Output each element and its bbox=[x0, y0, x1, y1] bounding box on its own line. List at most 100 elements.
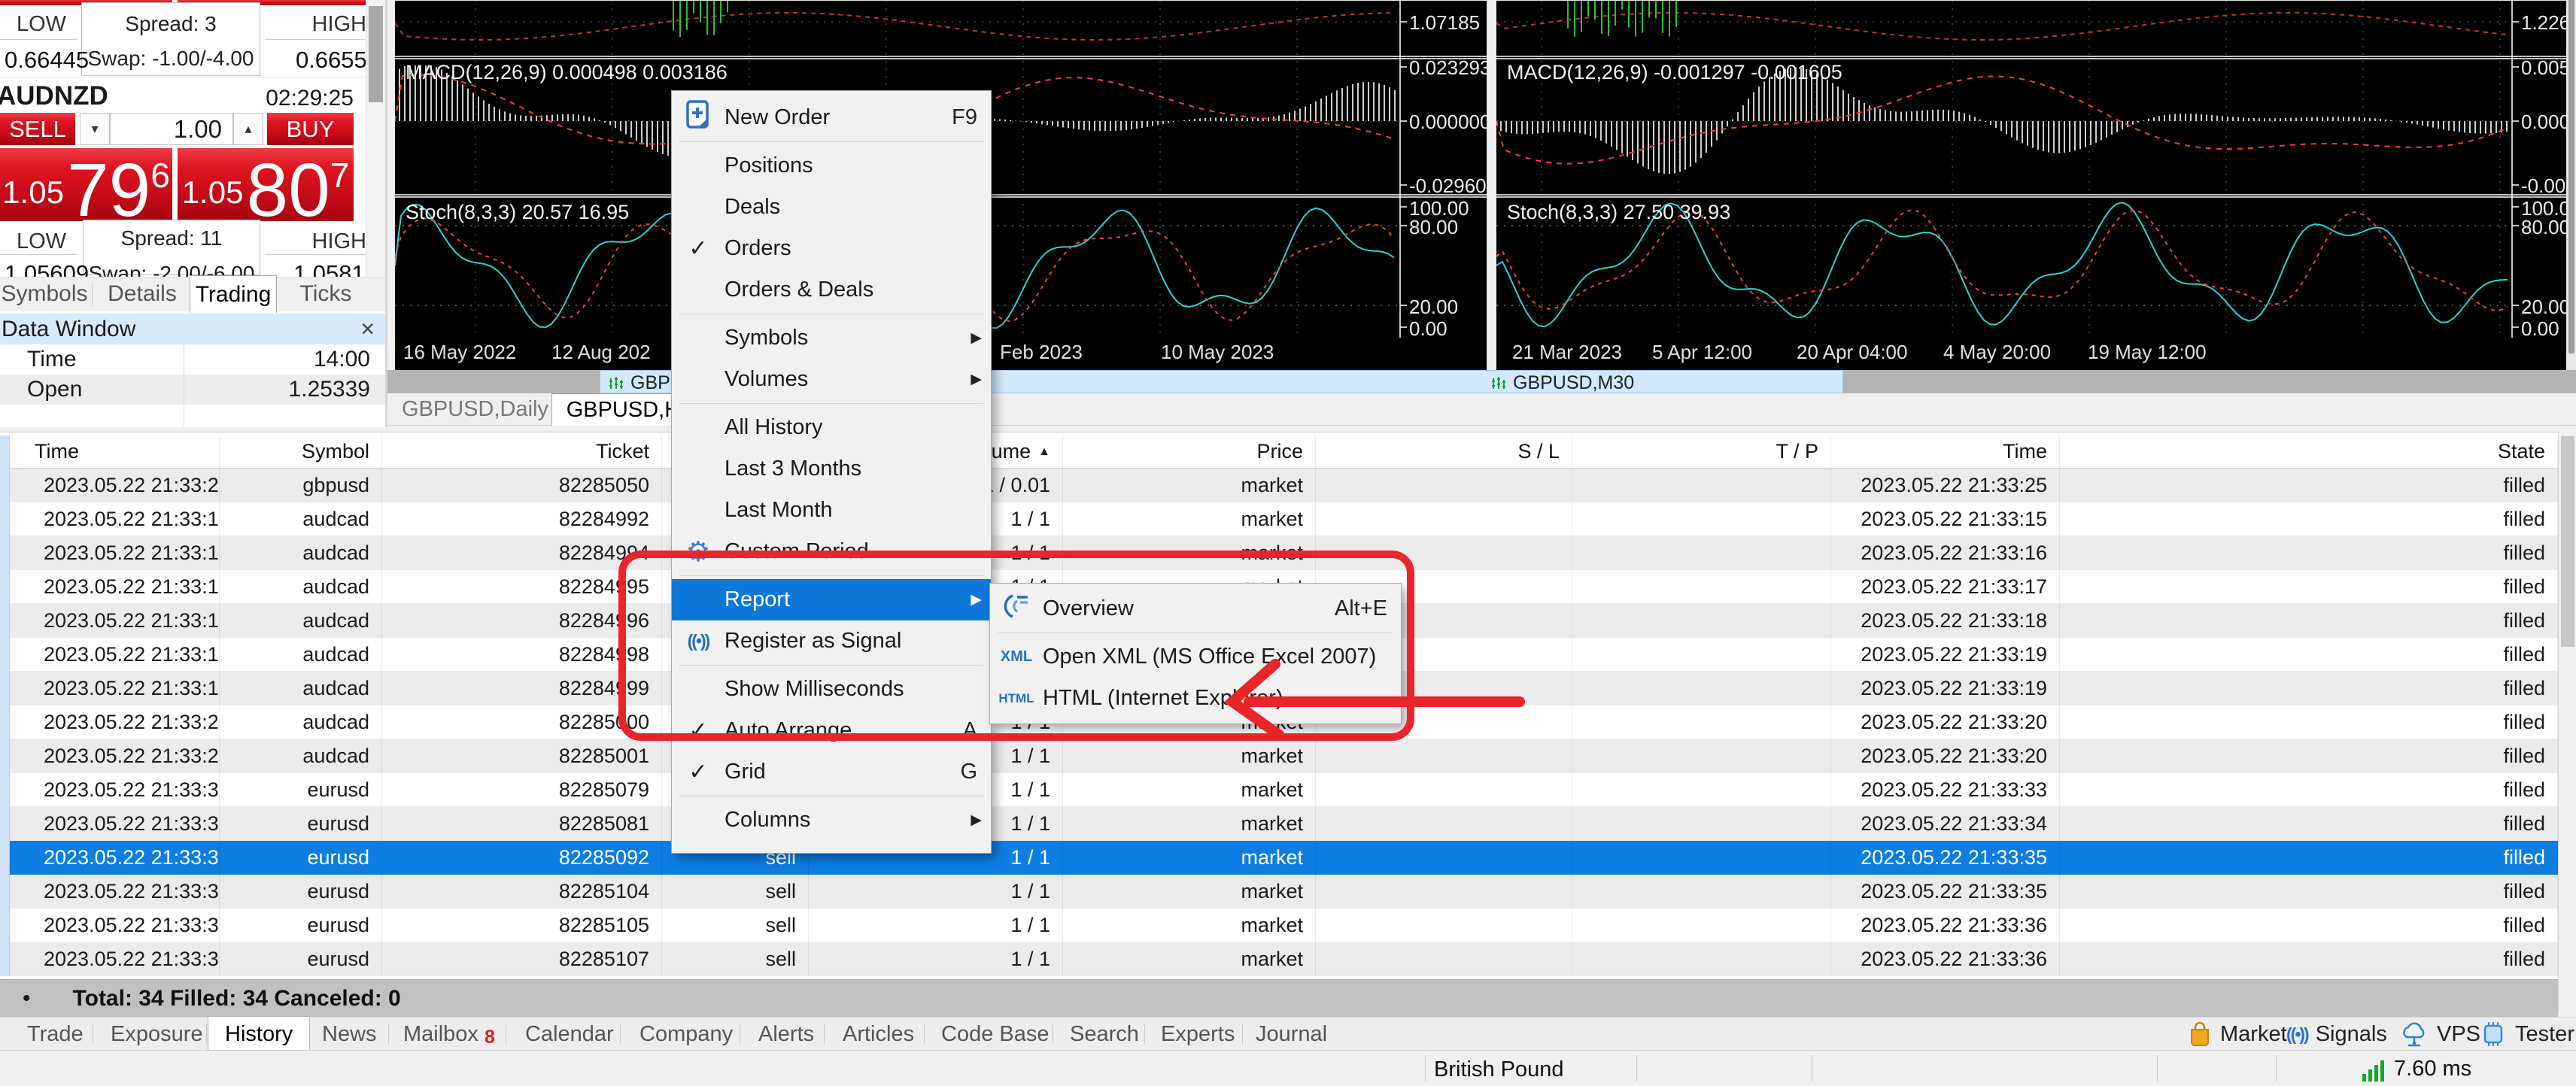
cell-state: filled bbox=[2060, 841, 2558, 875]
toolbox-tab-calendar[interactable]: Calendar bbox=[525, 1018, 614, 1051]
menu-item-columns[interactable]: Columns▶ bbox=[672, 799, 991, 841]
chart-window-gbpusd-m30[interactable]: MACD(12,26,9) -0.001297 -0.001605Stoch(8… bbox=[1496, 0, 2567, 374]
toolbox-tab-exposure[interactable]: Exposure bbox=[111, 1018, 203, 1051]
cell-time: 2023.05.22 21:33:15 bbox=[10, 502, 220, 535]
cell-symbol: eurusd bbox=[220, 841, 382, 875]
cell-sl bbox=[1316, 773, 1572, 806]
volume-decrement-button[interactable]: ▾ bbox=[80, 113, 110, 145]
sell-button[interactable]: SELL bbox=[0, 113, 75, 145]
menu-item-open-xml-ms-office-excel-2007[interactable]: XMLOpen XML (MS Office Excel 2007) bbox=[990, 636, 1401, 678]
cell-ticket: 82285001 bbox=[382, 739, 662, 773]
cell-sl bbox=[1316, 536, 1572, 570]
menu-item-all-history[interactable]: All History bbox=[672, 407, 991, 448]
toolbox-tab-experts[interactable]: Experts bbox=[1161, 1018, 1235, 1051]
market-watch-scrollbar[interactable] bbox=[366, 0, 385, 277]
menu-item-symbols[interactable]: Symbols▶ bbox=[672, 317, 991, 359]
menu-item-show-milliseconds[interactable]: Show Milliseconds bbox=[672, 669, 991, 710]
menu-item-volumes[interactable]: Volumes▶ bbox=[672, 359, 991, 400]
time-axis-label: 21 Mar 2023 bbox=[1512, 341, 1622, 364]
stoch-axis-label: 20.00 bbox=[1409, 296, 1458, 319]
history-row-82285050[interactable]: 2023.05.22 21:33:25gbpusd82285050sell1 /… bbox=[10, 469, 2558, 502]
menu-item-register-as-signal[interactable]: ((•))Register as Signal bbox=[672, 620, 991, 662]
menu-item-auto-arrange[interactable]: ✓Auto ArrangeA bbox=[672, 710, 991, 751]
new-order-icon bbox=[685, 99, 712, 137]
cell-symbol: eurusd bbox=[220, 773, 382, 806]
cell-price: market bbox=[1063, 469, 1316, 502]
history-row-82285107[interactable]: 2023.05.22 21:33:36eurusd82285107sell1 /… bbox=[10, 942, 2558, 976]
cell-ticket: 82284994 bbox=[382, 536, 662, 570]
column-header-time2[interactable]: Time bbox=[1831, 435, 2060, 468]
toolbox-tab-alerts[interactable]: Alerts bbox=[758, 1018, 814, 1051]
menu-item-overview[interactable]: OverviewAlt+E bbox=[990, 588, 1401, 629]
close-icon[interactable]: × bbox=[360, 315, 375, 343]
market-watch-tab-trading[interactable]: Trading bbox=[190, 275, 277, 313]
table-header-row[interactable]: TimeSymbolTicketTypeVolume▲PriceS / LT /… bbox=[10, 435, 2558, 469]
history-row-82285079[interactable]: 2023.05.22 21:33:33eurusd82285079buy1 / … bbox=[10, 773, 2558, 807]
toolbox-tab-articles[interactable]: Articles bbox=[843, 1018, 914, 1051]
dock-button-market[interactable]: Market bbox=[2187, 1018, 2287, 1051]
menu-item-custom-period[interactable]: ⚙Custom Period bbox=[672, 531, 991, 572]
cell-type: sell bbox=[662, 909, 809, 942]
toolbox-tab-history[interactable]: History bbox=[208, 1016, 310, 1051]
menu-item-positions[interactable]: Positions bbox=[672, 145, 991, 187]
toolbox-tab-search[interactable]: Search bbox=[1070, 1018, 1139, 1051]
dock-button-tester[interactable]: Tester bbox=[2479, 1018, 2574, 1051]
swap-value-2: Swap: -2.00/-6.00 bbox=[83, 262, 260, 277]
dock-button-vps[interactable]: VPS bbox=[2399, 1018, 2480, 1051]
history-row-82285105[interactable]: 2023.05.22 21:33:36eurusd82285105sell1 /… bbox=[10, 909, 2558, 942]
menu-item-last-month[interactable]: Last Month bbox=[672, 490, 991, 531]
chart-tab-gbpusd-daily[interactable]: GBPUSD,Daily bbox=[402, 393, 548, 425]
toolbox-tab-company[interactable]: Company bbox=[639, 1018, 733, 1051]
sell-price-sup: 6 bbox=[150, 155, 170, 196]
menu-item-new-order[interactable]: New OrderF9 bbox=[672, 97, 991, 138]
buy-price-panel[interactable]: 1.05 80 7 bbox=[178, 148, 354, 221]
column-header-symbol[interactable]: Symbol bbox=[220, 435, 382, 468]
cell-time2: 2023.05.22 21:33:19 bbox=[1831, 638, 2060, 671]
toolbox-tab-mailbox[interactable]: Mailbox8 bbox=[403, 1018, 495, 1051]
spread-value-2: Spread: 11 bbox=[84, 226, 260, 250]
cell-time: 2023.05.22 21:33:16 bbox=[10, 536, 220, 570]
dock-button-signals[interactable]: ((•))Signals bbox=[2286, 1018, 2387, 1051]
history-row-82285104[interactable]: 2023.05.22 21:33:35eurusd82285104sell1 /… bbox=[10, 875, 2558, 909]
market-watch-tab-ticks[interactable]: Ticks bbox=[284, 277, 367, 311]
column-header-ticket[interactable]: Ticket bbox=[382, 435, 662, 468]
toolbox-tab-code-base[interactable]: Code Base bbox=[941, 1018, 1050, 1051]
volume-input[interactable]: 1.00 bbox=[110, 113, 233, 145]
cell-tp bbox=[1572, 705, 1831, 739]
market-watch-tab-symbols[interactable]: Symbols bbox=[0, 277, 89, 311]
table-scrollbar[interactable] bbox=[2558, 432, 2576, 1013]
low-value: 0.66445 bbox=[5, 47, 89, 74]
menu-item-grid[interactable]: ✓GridG bbox=[672, 751, 991, 793]
macd-indicator-label: MACD(12,26,9) 0.000498 0.003186 bbox=[406, 61, 728, 84]
menu-item-html-internet-explorer[interactable]: HTMLHTML (Internet Explorer) bbox=[990, 678, 1401, 719]
history-row-82284992[interactable]: 2023.05.22 21:33:15audcad82284992buy1 / … bbox=[10, 502, 2558, 536]
cell-symbol: eurusd bbox=[220, 909, 382, 942]
menu-item-orders-deals[interactable]: Orders & Deals bbox=[672, 269, 991, 311]
history-row-82284994[interactable]: 2023.05.22 21:33:16audcad82284994sell1 /… bbox=[10, 536, 2558, 570]
charts-scrollbar[interactable] bbox=[2567, 0, 2576, 374]
buy-button[interactable]: BUY bbox=[267, 113, 354, 145]
column-header-time[interactable]: Time bbox=[10, 435, 220, 468]
market-watch-tab-details[interactable]: Details bbox=[96, 277, 188, 311]
clipped-stats-row: 1.05609 Swap: -2.00/-6.00 1.05813 bbox=[0, 259, 385, 277]
history-row-82285081[interactable]: 2023.05.22 21:33:34eurusd82285081sell1 /… bbox=[10, 807, 2558, 841]
column-header-state[interactable]: State bbox=[2060, 435, 2558, 468]
history-row-82285001[interactable]: 2023.05.22 21:33:20audcad82285001sell1 /… bbox=[10, 739, 2558, 773]
column-header-price[interactable]: Price bbox=[1063, 435, 1316, 468]
menu-item-report[interactable]: Report▶ bbox=[672, 579, 991, 620]
menu-item-last-3-months[interactable]: Last 3 Months bbox=[672, 448, 991, 490]
cell-ticket: 82284992 bbox=[382, 502, 662, 535]
menu-shortcut: A bbox=[963, 718, 977, 743]
cell-sl bbox=[1316, 739, 1572, 773]
column-header-tp[interactable]: T / P bbox=[1572, 435, 1831, 468]
data-window-header: Data Window × bbox=[0, 313, 385, 344]
toolbox-tab-journal[interactable]: Journal bbox=[1256, 1018, 1327, 1051]
volume-increment-button[interactable]: ▴ bbox=[233, 113, 263, 145]
sell-price-panel[interactable]: 1.05 79 6 bbox=[0, 148, 172, 221]
menu-item-deals[interactable]: Deals bbox=[672, 187, 991, 228]
toolbox-tab-news[interactable]: News bbox=[322, 1018, 377, 1051]
column-header-sl[interactable]: S / L bbox=[1316, 435, 1572, 468]
history-row-82285092[interactable]: 2023.05.22 21:33:35eurusd82285092sell1 /… bbox=[10, 841, 2558, 875]
toolbox-tab-trade[interactable]: Trade bbox=[27, 1018, 84, 1051]
menu-item-orders[interactable]: ✓Orders bbox=[672, 228, 991, 269]
